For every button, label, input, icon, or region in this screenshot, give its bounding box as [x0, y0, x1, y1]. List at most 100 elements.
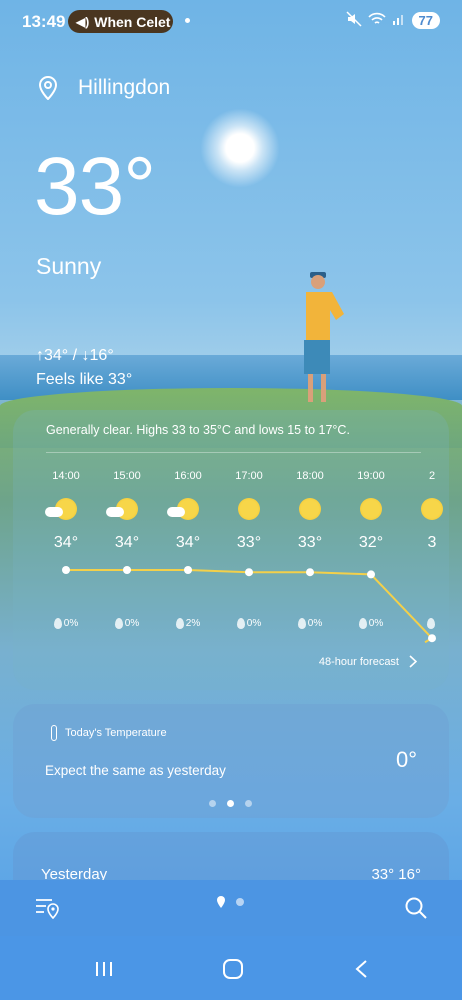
today-temp-title: Today's Temperature: [65, 727, 167, 739]
page-dot-active: [227, 800, 234, 807]
temperature-point: [367, 570, 375, 579]
raindrop-icon: [114, 618, 123, 629]
precipitation-chance: 0%: [97, 618, 157, 629]
current-temperature: 33°: [34, 141, 156, 232]
hour-label: 17:00: [235, 470, 263, 482]
hour-column: 18:00 33°: [280, 470, 340, 552]
home-icon[interactable]: [222, 958, 244, 980]
chevron-right-icon: [409, 655, 417, 668]
manage-locations-icon[interactable]: [34, 896, 60, 920]
current-location-dot-icon: [217, 896, 225, 908]
recent-apps-icon[interactable]: [94, 960, 114, 978]
search-icon[interactable]: [404, 896, 428, 920]
sun-icon: [402, 488, 449, 530]
media-pill[interactable]: ◀) When Celet: [68, 10, 173, 33]
sun-icon: [219, 488, 279, 530]
speaker-icon: ◀): [76, 14, 90, 29]
divider: [46, 452, 421, 453]
sun-illustration: [200, 108, 280, 188]
today-temp-message: Expect the same as yesterday: [45, 763, 226, 778]
raindrop-icon: [297, 618, 306, 629]
hourly-forecast-card[interactable]: Generally clear. Highs 33 to 35°C and lo…: [13, 410, 449, 690]
back-icon[interactable]: [354, 959, 368, 979]
sun-icon: [280, 488, 340, 530]
status-time: 13:49: [22, 12, 66, 31]
hour-label: 2: [428, 470, 436, 482]
temperature-trend-line: [66, 569, 434, 644]
battery-badge: 77: [411, 12, 440, 29]
raindrop-icon: [53, 618, 62, 629]
today-temp-delta: 0°: [395, 747, 417, 772]
location-pin-icon: [38, 76, 58, 100]
precipitation-chance: 2%: [158, 618, 218, 629]
raindrop-icon: [175, 618, 184, 629]
page-indicator: [209, 800, 252, 807]
raindrop-icon: [427, 618, 435, 629]
signal-icon: [392, 12, 406, 29]
status-icons: 77: [346, 11, 440, 30]
temperature-point: [306, 568, 314, 577]
location-header[interactable]: Hillingdon: [38, 76, 170, 100]
precipitation-value: 0%: [124, 618, 140, 630]
hour-column: 15:00 34°: [97, 470, 157, 552]
hour-label: 14:00: [52, 470, 80, 482]
temperature-point: [245, 568, 253, 577]
today-temp-header: Today's Temperature: [51, 725, 167, 741]
forecast-summary: Generally clear. Highs 33 to 35°C and lo…: [46, 423, 350, 437]
raindrop-icon: [358, 618, 367, 629]
notification-dot: [185, 18, 190, 23]
thermometer-icon: [51, 725, 57, 741]
precipitation-value: 0%: [368, 618, 384, 630]
hour-temperature: 33°: [236, 534, 262, 551]
hour-temperature: 34°: [53, 534, 79, 551]
precipitation-chance: 0%: [219, 618, 279, 629]
feels-like: Feels like 33°: [36, 371, 133, 388]
hour-temperature: 32°: [358, 534, 384, 551]
precipitation-value: 2%: [185, 618, 201, 630]
hour-label: 19:00: [357, 470, 385, 482]
precipitation-chance: 0%: [36, 618, 96, 629]
temperature-point: [428, 634, 436, 643]
hour-temperature: 3: [427, 534, 437, 551]
precipitation-chance: [402, 618, 449, 629]
current-condition: Sunny: [36, 253, 102, 279]
forecast-link-label: 48-hour forecast: [318, 655, 399, 668]
media-pill-text: When Celet: [94, 13, 171, 30]
temperature-point: [184, 566, 192, 574]
partly-cloudy-icon: [158, 488, 218, 530]
person-illustration: [304, 272, 344, 402]
sun-icon: [341, 488, 401, 530]
precipitation-value: 0%: [246, 618, 262, 630]
partly-cloudy-icon: [97, 488, 157, 530]
hour-label: 15:00: [113, 470, 141, 482]
high-low: ↑34° / ↓16°: [36, 347, 114, 364]
hour-label: 18:00: [296, 470, 324, 482]
hour-temperature: 33°: [297, 534, 323, 551]
mute-icon: [346, 11, 362, 30]
status-bar: 13:49 ◀) When Celet 77: [0, 0, 462, 44]
hour-column: 16:00 34°: [158, 470, 218, 552]
hourly-strip[interactable]: 14:00 34° 0% 15:00 34° 0% 16:00 34° 2% 17:00 33° 0%…: [13, 470, 449, 650]
precipitation-value: 0%: [63, 618, 79, 630]
location-page-indicator[interactable]: [216, 896, 244, 908]
temperature-point: [123, 566, 131, 574]
page-dot: [236, 898, 244, 906]
hour-temperature: 34°: [114, 534, 140, 551]
page-dot: [209, 800, 216, 807]
hour-column: 23: [402, 470, 449, 552]
precipitation-value: 0%: [307, 618, 323, 630]
hour-column: 17:00 33°: [219, 470, 279, 552]
raindrop-icon: [236, 618, 245, 629]
system-navigation-bar: [0, 936, 462, 1000]
page-dot: [245, 800, 252, 807]
today-temperature-card[interactable]: Today's Temperature Expect the same as y…: [13, 704, 449, 818]
precipitation-chance: 0%: [280, 618, 340, 629]
48-hour-forecast-link[interactable]: 48-hour forecast: [319, 655, 417, 668]
hour-temperature: 34°: [175, 534, 201, 551]
precipitation-chance: 0%: [341, 618, 401, 629]
wifi-icon: [367, 12, 386, 29]
city-name: Hillingdon: [78, 76, 171, 99]
hour-column: 14:00 34°: [36, 470, 96, 552]
hour-label: 16:00: [174, 470, 202, 482]
hour-column: 19:00 32°: [341, 470, 401, 552]
